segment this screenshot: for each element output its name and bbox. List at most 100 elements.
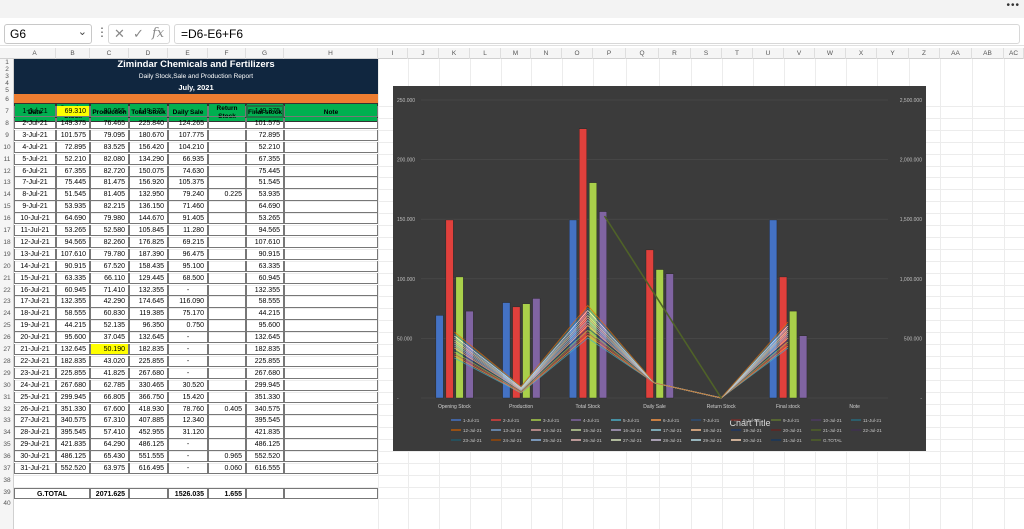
table-cell[interactable]: 132.645 xyxy=(246,332,284,344)
table-cell[interactable] xyxy=(208,320,246,332)
row-header-13[interactable]: 13 xyxy=(0,177,14,189)
table-cell[interactable] xyxy=(284,201,378,213)
table-cell[interactable]: 187.390 xyxy=(129,248,168,261)
row-header-24[interactable]: 24 xyxy=(0,308,14,320)
table-cell[interactable] xyxy=(208,117,246,130)
table-cell[interactable] xyxy=(208,165,246,177)
table-cell[interactable]: 174.645 xyxy=(129,296,168,308)
table-cell[interactable]: 60.945 xyxy=(56,284,90,296)
date-cell[interactable]: 31-Jul-21 xyxy=(14,463,56,475)
date-cell[interactable]: 18-Jul-21 xyxy=(14,308,56,320)
column-header-i[interactable]: I xyxy=(378,48,408,59)
table-cell[interactable]: 82.080 xyxy=(90,153,129,165)
table-cell[interactable]: 132.645 xyxy=(56,344,90,356)
date-cell[interactable]: 17-Jul-21 xyxy=(14,296,56,308)
row-header-19[interactable]: 19 xyxy=(0,249,14,261)
table-cell[interactable]: 51.545 xyxy=(56,189,90,201)
table-cell[interactable] xyxy=(284,153,378,165)
table-cell[interactable] xyxy=(284,213,378,225)
more-options-icon[interactable]: ••• xyxy=(1006,0,1020,11)
table-cell[interactable]: 132.355 xyxy=(246,284,284,296)
table-cell[interactable]: 94.565 xyxy=(246,225,284,237)
total-empty[interactable] xyxy=(284,487,378,499)
table-cell[interactable]: 43.020 xyxy=(90,355,129,368)
table-cell[interactable]: 124.265 xyxy=(168,117,208,130)
row-header-36[interactable]: 36 xyxy=(0,451,14,463)
column-header-x[interactable]: X xyxy=(846,48,877,59)
table-cell[interactable]: 37.045 xyxy=(90,332,129,344)
table-cell[interactable]: 180.670 xyxy=(129,129,168,142)
table-cell[interactable]: 81.475 xyxy=(90,177,129,189)
row-header-6[interactable]: 6 xyxy=(0,94,14,106)
table-cell[interactable]: 53.935 xyxy=(56,201,90,213)
table-cell[interactable]: 31.120 xyxy=(168,427,208,439)
column-header-z[interactable]: Z xyxy=(909,48,940,59)
table-cell[interactable]: 105.375 xyxy=(168,177,208,189)
column-header-c[interactable]: C xyxy=(90,48,129,59)
date-cell[interactable]: 27-Jul-21 xyxy=(14,415,56,427)
table-cell[interactable]: 80.065 xyxy=(90,106,129,118)
table-cell[interactable] xyxy=(284,129,378,142)
table-cell[interactable]: - xyxy=(168,367,208,380)
fx-icon[interactable]: fx xyxy=(152,26,164,41)
total-daily-sale[interactable]: 1526.035 xyxy=(168,487,208,499)
table-cell[interactable]: 90.915 xyxy=(246,248,284,261)
table-cell[interactable]: 95.100 xyxy=(168,260,208,273)
date-cell[interactable]: 3-Jul-21 xyxy=(14,129,56,142)
table-cell[interactable]: 64.290 xyxy=(90,439,129,451)
table-cell[interactable]: 144.670 xyxy=(129,213,168,225)
table-cell[interactable]: 79.980 xyxy=(90,213,129,225)
date-cell[interactable]: 4-Jul-21 xyxy=(14,141,56,154)
row-header-4[interactable]: 4 xyxy=(0,80,14,87)
table-cell[interactable] xyxy=(208,213,246,225)
table-cell[interactable] xyxy=(208,355,246,368)
date-cell[interactable]: 2-Jul-21 xyxy=(14,117,56,130)
table-cell[interactable]: 119.385 xyxy=(129,308,168,320)
table-cell[interactable]: 42.290 xyxy=(90,296,129,308)
table-cell[interactable]: 552.520 xyxy=(56,463,90,475)
table-cell[interactable] xyxy=(208,201,246,213)
row-header-25[interactable]: 25 xyxy=(0,320,14,332)
table-cell[interactable]: 60.830 xyxy=(90,308,129,320)
row-header-22[interactable]: 22 xyxy=(0,285,14,297)
table-cell[interactable]: 63.335 xyxy=(246,260,284,273)
date-cell[interactable]: 1-Jul-21 xyxy=(14,106,56,118)
date-cell[interactable]: 7-Jul-21 xyxy=(14,177,56,189)
kebab-icon[interactable]: ⋮ xyxy=(96,25,108,39)
column-header-d[interactable]: D xyxy=(129,48,168,59)
table-cell[interactable]: 351.330 xyxy=(56,403,90,415)
table-cell[interactable] xyxy=(284,106,378,118)
table-cell[interactable]: 101.575 xyxy=(56,129,90,142)
table-cell[interactable]: 11.280 xyxy=(168,225,208,237)
date-cell[interactable]: 24-Jul-21 xyxy=(14,379,56,392)
table-cell[interactable]: 551.555 xyxy=(129,451,168,463)
table-cell[interactable]: 421.835 xyxy=(56,439,90,451)
row-header-35[interactable]: 35 xyxy=(0,439,14,451)
table-cell[interactable]: 225.840 xyxy=(129,117,168,130)
table-cell[interactable]: 96.350 xyxy=(129,320,168,332)
table-cell[interactable]: 79.780 xyxy=(90,248,129,261)
table-cell[interactable]: 136.150 xyxy=(129,201,168,213)
table-cell[interactable]: 52.580 xyxy=(90,225,129,237)
column-header-s[interactable]: S xyxy=(691,48,722,59)
table-cell[interactable] xyxy=(284,391,378,403)
table-cell[interactable]: - xyxy=(168,463,208,475)
column-header-p[interactable]: P xyxy=(593,48,626,59)
table-cell[interactable] xyxy=(284,117,378,130)
table-cell[interactable]: 395.545 xyxy=(246,415,284,427)
row-header-2[interactable]: 2 xyxy=(0,66,14,73)
table-cell[interactable]: 182.835 xyxy=(56,355,90,368)
table-cell[interactable]: 60.945 xyxy=(246,272,284,284)
column-header-a[interactable]: A xyxy=(14,48,56,59)
table-cell[interactable]: 0.060 xyxy=(208,463,246,475)
table-cell[interactable]: 67.355 xyxy=(246,153,284,165)
table-cell[interactable] xyxy=(208,427,246,439)
table-cell[interactable]: 418.930 xyxy=(129,403,168,415)
cancel-icon[interactable]: ✕ xyxy=(114,26,125,42)
table-cell[interactable]: 12.340 xyxy=(168,415,208,427)
table-cell[interactable] xyxy=(208,391,246,403)
table-cell[interactable]: 107.610 xyxy=(246,236,284,249)
total-empty[interactable] xyxy=(129,487,168,499)
row-header-1[interactable]: 1 xyxy=(0,59,14,66)
row-header-33[interactable]: 33 xyxy=(0,415,14,427)
